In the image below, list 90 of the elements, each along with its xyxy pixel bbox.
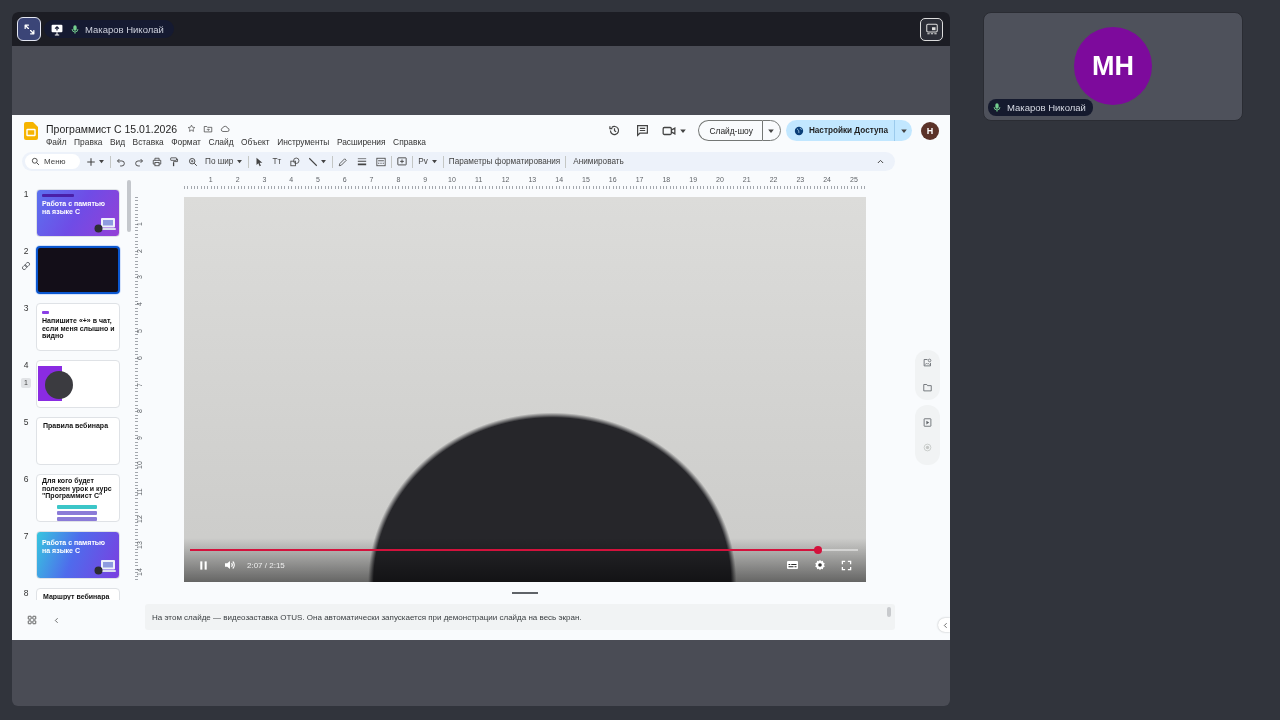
- chevron-up-icon[interactable]: [876, 157, 885, 166]
- line-weight-icon[interactable]: [357, 156, 368, 167]
- zoom-icon[interactable]: [188, 156, 198, 167]
- slide-number: 3: [23, 303, 29, 313]
- add-comment-icon[interactable]: [397, 156, 408, 167]
- menu-item[interactable]: Правка: [74, 136, 103, 147]
- menu-item[interactable]: Слайд: [208, 136, 234, 147]
- illustration-drawing: [94, 217, 116, 233]
- line-icon[interactable]: [308, 156, 319, 167]
- pause-icon[interactable]: [198, 559, 209, 571]
- option-bar: [57, 511, 97, 515]
- cursor-icon[interactable]: [254, 156, 265, 167]
- play-box-icon[interactable]: [923, 418, 932, 427]
- caret-icon: [767, 126, 776, 135]
- option-bar: [57, 517, 97, 521]
- search-icon: [31, 157, 40, 166]
- menu-item[interactable]: Вставка: [132, 136, 164, 147]
- slide-number: 1: [23, 189, 29, 199]
- participant-avatar: МН: [1074, 27, 1152, 105]
- video-time: 2:07 / 2:15: [247, 560, 285, 570]
- history-icon[interactable]: [608, 124, 622, 137]
- menu-item[interactable]: Расширения: [336, 136, 386, 147]
- paint-format-icon[interactable]: [169, 156, 179, 167]
- resize-handle[interactable]: [512, 592, 538, 594]
- format-dropdown[interactable]: Pv: [418, 154, 438, 169]
- caret-icon: [899, 126, 908, 135]
- redo-icon[interactable]: [134, 156, 144, 167]
- document-title[interactable]: Программист C 15.01.2026: [46, 122, 178, 135]
- slide-number: 4: [23, 360, 29, 370]
- caret-icon[interactable]: [679, 126, 688, 135]
- folder-icon[interactable]: [923, 383, 932, 392]
- collapse-button[interactable]: [938, 618, 950, 632]
- animate-button[interactable]: Анимировать: [573, 154, 624, 169]
- menu-item[interactable]: Объект: [241, 136, 270, 147]
- format-options-button[interactable]: Параметры форматирования: [448, 154, 561, 169]
- speaker-icon[interactable]: [224, 559, 236, 571]
- slide-number: 5: [23, 417, 29, 427]
- share-button[interactable]: Настройки Доступа: [785, 120, 894, 141]
- image-search-icon[interactable]: [923, 358, 932, 367]
- notes-field[interactable]: На этом слайде — видеозаставка OTUS. Она автоматически запускается при демонстрации слайда на весь экран.: [145, 604, 895, 630]
- user-avatar[interactable]: Н: [921, 121, 939, 140]
- scrollbar-thumb[interactable]: [127, 180, 131, 232]
- caret-icon: [236, 158, 244, 165]
- menu-item[interactable]: Файл: [46, 136, 67, 147]
- cloud-icon[interactable]: [220, 123, 231, 134]
- menu-item[interactable]: Справка: [393, 136, 426, 147]
- text-box-tool[interactable]: Tт: [272, 154, 282, 169]
- undo-icon[interactable]: [116, 156, 126, 167]
- add-icon[interactable]: [86, 156, 96, 167]
- expand-icon: [22, 22, 36, 36]
- comment-icon[interactable]: [636, 124, 650, 137]
- print-icon[interactable]: [152, 156, 162, 167]
- illustration-drawing: [94, 559, 116, 575]
- settings-icon[interactable]: [814, 559, 826, 571]
- slide-number: 8: [23, 588, 29, 598]
- slide-number: 2: [23, 246, 29, 256]
- search-field[interactable]: Меню: [25, 154, 80, 169]
- chevron-left-icon[interactable]: [53, 616, 60, 624]
- photo-placeholder: [45, 371, 73, 399]
- scrollbar-thumb[interactable]: [887, 607, 891, 617]
- option-bar: [57, 505, 97, 509]
- dropdown-button[interactable]: [894, 120, 912, 141]
- fullscreen-icon[interactable]: [841, 559, 852, 571]
- pip-button[interactable]: [920, 17, 943, 41]
- grid-view-icon[interactable]: [27, 615, 37, 625]
- border-dash-icon[interactable]: [376, 156, 387, 167]
- zoom-dropdown[interactable]: По шир: [205, 154, 244, 169]
- star-icon[interactable]: [187, 124, 197, 133]
- globe-icon: [793, 125, 804, 136]
- slide-thumbnail[interactable]: [36, 246, 120, 294]
- slide-number: 6: [23, 474, 29, 484]
- folder-arrow-icon[interactable]: [203, 123, 214, 134]
- caret-icon[interactable]: [320, 158, 328, 165]
- presenter-name: Макаров Николай: [85, 23, 164, 35]
- progress-thumb[interactable]: [813, 545, 822, 554]
- menu-item[interactable]: Формат: [171, 136, 201, 147]
- menu-item[interactable]: Инструменты: [277, 136, 330, 147]
- slide-tag: [42, 311, 49, 314]
- chevron-left-icon: [941, 621, 949, 629]
- slide-number: 7: [23, 531, 29, 541]
- pen-icon[interactable]: [338, 156, 349, 167]
- caret-icon[interactable]: [98, 158, 105, 165]
- expand-button[interactable]: [17, 17, 41, 41]
- caret-icon: [430, 158, 438, 165]
- pip-icon: [924, 22, 939, 36]
- menu-item[interactable]: Вид: [109, 136, 126, 147]
- participant-name: Макаров Николай: [1007, 102, 1086, 113]
- shapes-icon[interactable]: [290, 156, 301, 167]
- captions-icon[interactable]: [786, 559, 799, 571]
- slide-tag: [42, 194, 74, 197]
